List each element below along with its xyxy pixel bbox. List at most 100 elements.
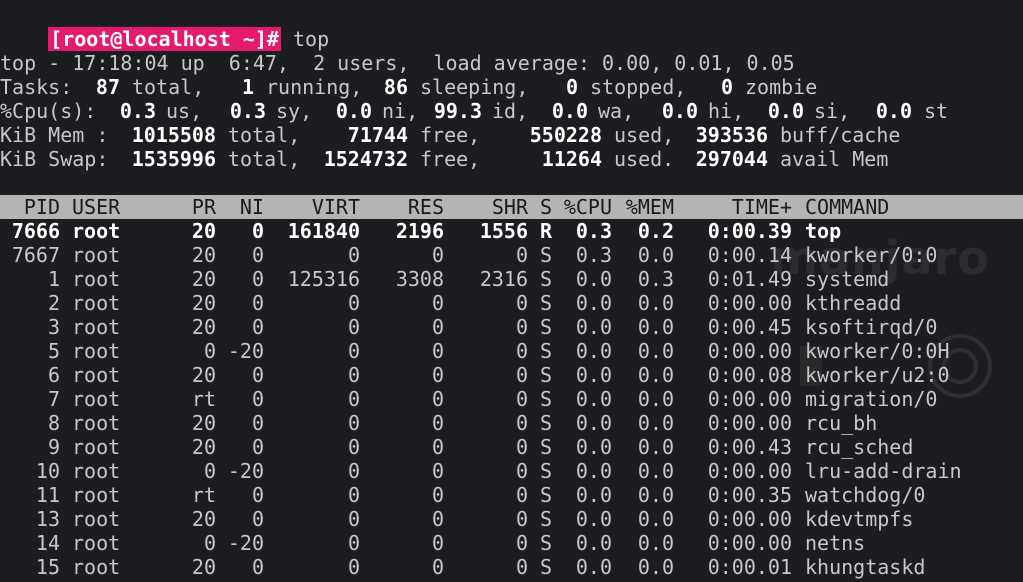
cell-res: 2196 — [395, 219, 444, 243]
cell-pid: 1 — [47, 267, 60, 291]
cell-res: 0 — [431, 315, 444, 339]
process-row[interactable]: 3 root 20 0 0 0 0 S 0.0 0.0 0:00.45 ksoftirqd/0 — [0, 315, 1023, 339]
column-header-pid[interactable]: PID — [6, 195, 60, 219]
cell-state: S — [540, 315, 553, 339]
cell-cpu: 0.0 — [575, 387, 612, 411]
tasks-stopped-value: 0 — [565, 75, 578, 99]
process-row[interactable]: 2 root 20 0 0 0 0 S 0.0 0.0 0:00.00 kthreadd — [0, 291, 1023, 315]
cell-pr: 20 — [191, 555, 216, 579]
cell-mem: 0.0 — [637, 483, 674, 507]
column-header-res[interactable]: RES — [370, 195, 444, 219]
cell-user: root — [72, 339, 121, 363]
cell-cpu: 0.0 — [575, 267, 612, 291]
process-row[interactable]: 6 root 20 0 0 0 0 S 0.0 0.0 0:00.08 kworker/u2:0 — [0, 363, 1023, 387]
process-row[interactable]: 14 root 0 -20 0 0 0 S 0.0 0.0 0:00.00 netns — [0, 531, 1023, 555]
process-table-header[interactable]: PID USER PR NI VIRT RES SHR S %CPU %MEM … — [0, 195, 1023, 219]
terminal-window[interactable]: manjaro [root@localhost ~]# top top - 17… — [0, 0, 1023, 582]
cell-mem: 0.0 — [637, 243, 674, 267]
mem-free-value: 71744 — [347, 123, 408, 147]
cell-shr: 2316 — [479, 267, 528, 291]
process-row[interactable]: 13 root 20 0 0 0 0 S 0.0 0.0 0:00.00 kdevtmpfs — [0, 507, 1023, 531]
mem-total-value: 1015508 — [131, 123, 216, 147]
cell-cpu: 0.3 — [575, 243, 612, 267]
process-row-selected[interactable]: 7666 root 20 0 161840 2196 1556 R 0.3 0.2 0:00.39 t… — [0, 219, 1023, 243]
column-header-pr[interactable]: PR — [180, 195, 216, 219]
cell-command: systemd — [805, 267, 890, 291]
cell-state: S — [540, 387, 553, 411]
cell-virt: 0 — [347, 507, 360, 531]
column-header-time[interactable]: TIME+ — [690, 195, 792, 219]
column-header-s[interactable]: S — [540, 195, 552, 219]
process-row[interactable]: 11 root rt 0 0 0 0 S 0.0 0.0 0:00.35 watchdog/0 — [0, 483, 1023, 507]
cell-user: root — [72, 555, 121, 579]
tasks-sleeping-label: sleeping, — [420, 75, 529, 99]
cell-ni: 0 — [251, 387, 264, 411]
process-row[interactable]: 15 root 20 0 0 0 0 S 0.0 0.0 0:00.01 khungtaskd — [0, 555, 1023, 579]
cell-virt: 0 — [347, 243, 360, 267]
cell-state: S — [540, 411, 553, 435]
cell-state: S — [540, 483, 553, 507]
process-row[interactable]: 8 root 20 0 0 0 0 S 0.0 0.0 0:00.00 rcu_bh — [0, 411, 1023, 435]
cell-shr: 0 — [515, 387, 528, 411]
cell-pid: 13 — [35, 507, 60, 531]
mem-used-value: 550228 — [529, 123, 602, 147]
cell-virt: 0 — [347, 387, 360, 411]
prompt-command: top — [293, 27, 330, 51]
swap-total-value: 1535996 — [131, 147, 216, 171]
cell-pid: 14 — [35, 531, 60, 555]
cpu-sy-value: 0.3 — [229, 99, 266, 123]
prompt-line[interactable]: [root@localhost ~]# top — [0, 3, 329, 51]
cell-shr: 0 — [515, 483, 528, 507]
process-row[interactable]: 10 root 0 -20 0 0 0 S 0.0 0.0 0:00.00 lru-add-drain — [0, 459, 1023, 483]
cell-cpu: 0.0 — [575, 315, 612, 339]
cell-pid: 7666 — [11, 219, 60, 243]
cell-ni: 0 — [251, 555, 264, 579]
cell-ni: 0 — [251, 291, 264, 315]
cell-user: root — [72, 459, 121, 483]
cell-cpu: 0.0 — [575, 507, 612, 531]
cell-time: 0:00.08 — [707, 363, 792, 387]
column-header-virt[interactable]: VIRT — [270, 195, 360, 219]
mem-free-label: free, — [420, 123, 481, 147]
cell-res: 3308 — [395, 267, 444, 291]
tasks-total-label: total, — [132, 75, 205, 99]
process-row[interactable]: 5 root 0 -20 0 0 0 S 0.0 0.0 0:00.00 kworker/0:0H — [0, 339, 1023, 363]
cell-ni: -20 — [227, 459, 264, 483]
cell-state: R — [540, 219, 553, 243]
process-row[interactable]: 1 root 20 0 125316 3308 2316 S 0.0 0.3 0:01.49 syst… — [0, 267, 1023, 291]
cell-time: 0:00.14 — [707, 243, 792, 267]
cell-pid: 15 — [35, 555, 60, 579]
cell-cpu: 0.0 — [575, 411, 612, 435]
cell-time: 0:00.00 — [707, 339, 792, 363]
cell-command: rcu_sched — [805, 435, 914, 459]
cell-ni: -20 — [227, 531, 264, 555]
cell-mem: 0.0 — [637, 435, 674, 459]
cell-time: 0:00.00 — [707, 459, 792, 483]
cell-command: migration/0 — [805, 387, 938, 411]
tasks-zombie-label: zombie — [745, 75, 818, 99]
cpu-si-value: 0.0 — [767, 99, 804, 123]
cell-virt: 0 — [347, 555, 360, 579]
mem-cache-label: buff/cache — [780, 123, 901, 147]
cell-time: 0:00.35 — [707, 483, 792, 507]
process-row[interactable]: 7 root rt 0 0 0 0 S 0.0 0.0 0:00.00 migration/0 — [0, 387, 1023, 411]
cell-pr: 0 — [203, 339, 216, 363]
swap-free-value: 1524732 — [323, 147, 408, 171]
column-header-user[interactable]: USER — [72, 195, 120, 219]
tasks-zombie-value: 0 — [720, 75, 733, 99]
column-header-command[interactable]: COMMAND — [805, 195, 889, 219]
cpu-si-label: si, — [814, 99, 851, 123]
cell-shr: 0 — [515, 507, 528, 531]
cell-mem: 0.0 — [637, 459, 674, 483]
cell-pr: rt — [191, 483, 216, 507]
column-header-mem[interactable]: %MEM — [618, 195, 674, 219]
tasks-running-label: running, — [266, 75, 363, 99]
cell-res: 0 — [431, 531, 444, 555]
column-header-ni[interactable]: NI — [222, 195, 264, 219]
summary-swap-line: KiB Swap: 1535996 total, 1524732 free, 1… — [0, 147, 1023, 171]
process-row[interactable]: 9 root 20 0 0 0 0 S 0.0 0.0 0:00.43 rcu_sched — [0, 435, 1023, 459]
process-row[interactable]: 7667 root 20 0 0 0 0 S 0.3 0.0 0:00.14 kworker/0:0 — [0, 243, 1023, 267]
column-header-cpu[interactable]: %CPU — [556, 195, 612, 219]
column-header-shr[interactable]: SHR — [450, 195, 528, 219]
cell-time: 0:00.45 — [707, 315, 792, 339]
